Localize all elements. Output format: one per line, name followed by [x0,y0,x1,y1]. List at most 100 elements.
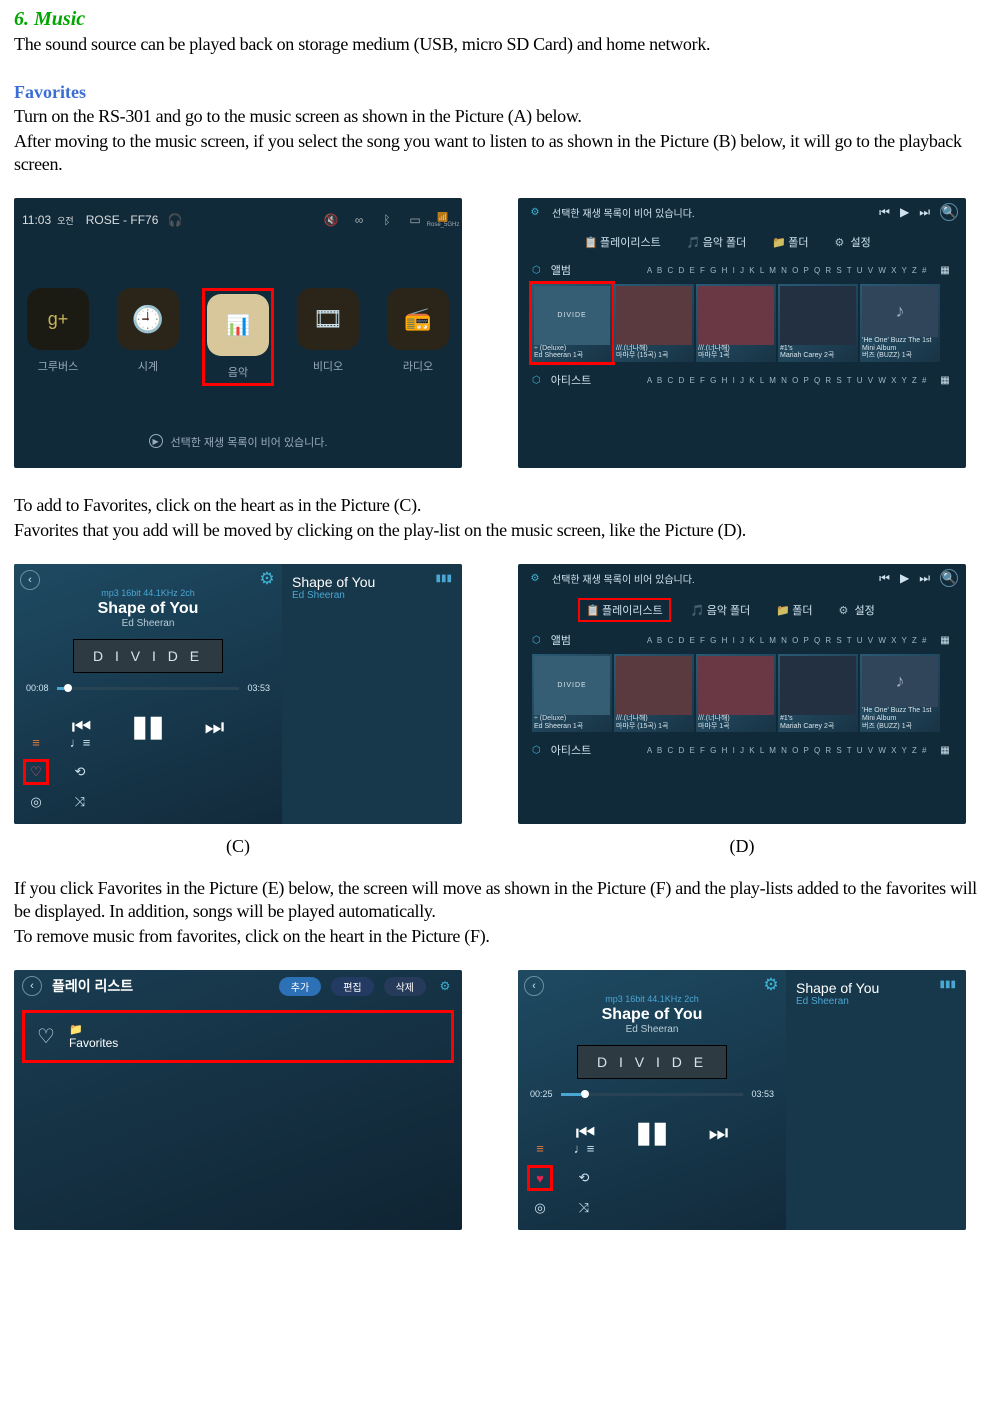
next-button[interactable]: ⏭ [709,1120,729,1146]
playlist-icon: 📋 [584,236,596,249]
album-item[interactable]: ♪'He One' Buzz The 1st Mini Album버즈 (BUZ… [860,654,940,732]
album-item[interactable]: ///.(너나해)마마무 (15곡) 1곡 [614,654,694,732]
album-item[interactable]: ♪'He One' Buzz The 1st Mini Album버즈 (BUZ… [860,284,940,362]
search-icon[interactable]: 🔍 [940,569,958,587]
home-tiles: g+그루버스 🕘시계 📊음악 🎞비디오 📻라디오 [14,288,462,386]
tab-settings[interactable]: ⚙설정 [833,598,881,622]
tab-playlist[interactable]: 📋플레이리스트 [578,232,667,252]
artist-section-header: ⬡ 아티스트 A B C D E F G H I J K L M N O P Q… [518,738,966,762]
favorites-row-highlighted[interactable]: ♡ 📁 Favorites [22,1010,454,1063]
repeat-icon[interactable]: ⟲ [70,762,90,782]
tile-video[interactable]: 🎞비디오 [292,288,364,386]
alpha-index[interactable]: A B C D E F G H I J K L M N O P Q R S T … [581,266,928,275]
settings-icon[interactable]: ⚙ [436,977,454,995]
album-item[interactable]: ///.(너나해)마마무 1곡 [696,654,776,732]
next-icon[interactable]: ⏭ [919,571,930,586]
progress-bar[interactable] [561,1093,744,1096]
target-icon[interactable]: ◎ [26,792,46,812]
prev-icon[interactable]: ⏮ [879,205,890,220]
time-total: 03:53 [247,683,270,693]
gear-icon: ⚙ [835,236,847,249]
settings-icon[interactable]: ⚙ [526,569,544,587]
cast-icon: ▭ [404,212,426,228]
alpha-index[interactable]: A B C D E F G H I J K L M N O P Q R S T … [581,636,928,645]
menu-icon[interactable]: ≡ [530,1138,550,1158]
grid-icon[interactable]: ▦ [938,743,952,757]
delete-button[interactable]: 삭제 [384,977,426,996]
play-icon[interactable]: ▶ [149,434,163,448]
album-item[interactable]: ///.(너나해)마마무 1곡 [696,284,776,362]
tile-groovers[interactable]: g+그루버스 [22,288,94,386]
empty-playlist-msg: 선택한 재생 목록이 비어 있습니다. [552,205,871,220]
repeat-icon[interactable]: ⟲ [574,1168,594,1188]
reel-icon: 🎞 [313,305,343,334]
play-icon[interactable]: ▶ [900,205,909,219]
grid-icon[interactable]: ▦ [938,263,952,277]
add-button[interactable]: 추가 [279,977,321,996]
eq-bars-icon: ▮▮▮ [435,573,452,584]
shuffle-icon[interactable]: ⤨ [574,1198,594,1218]
wifi-icon: 📶Rose_5GHz [432,212,454,228]
album-item[interactable]: #1'sMariah Carey 2곡 [778,284,858,362]
folder-icon: 📁 [772,236,784,249]
intro-text: The sound source can be played back on s… [14,33,984,56]
back-button[interactable]: ‹ [22,976,42,996]
para-2a: To add to Favorites, click on the heart … [14,494,984,517]
pause-button[interactable]: ▮▮ [131,709,164,744]
figure-f: ‹ ⚙ mp3 16bit 44.1KHz 2ch Shape of You E… [518,970,966,1230]
target-icon[interactable]: ◎ [530,1198,550,1218]
edit-button[interactable]: 편집 [331,977,373,996]
queue-icon[interactable]: ♩≡ [574,1138,594,1158]
playback-sidebar: Shape of You▮▮▮ Ed Sheeran [786,970,966,1230]
album-item-selected[interactable]: DIVIDE÷ (Deluxe)Ed Sheeran 1곡 [532,284,612,362]
tab-folder[interactable]: 📁폴더 [766,232,814,252]
format-text: mp3 16bit 44.1KHz 2ch [518,994,786,1004]
tab-playlist-highlighted[interactable]: 📋플레이리스트 [578,598,671,622]
tab-settings[interactable]: ⚙설정 [829,232,877,252]
song-title: Shape of You [518,1006,786,1024]
settings-icon[interactable]: ⚙ [762,976,780,994]
figure-row-ab: 11:03 오전 ROSE - FF76 🎧 🔇 ∞ ᛒ ▭ 📶Rose_5GH… [14,198,984,468]
grid-icon[interactable]: ▦ [938,633,952,647]
album-row: DIVIDE÷ (Deluxe)Ed Sheeran 1곡 ///.(너나해)마… [518,282,966,368]
play-icon[interactable]: ▶ [900,571,909,585]
device-name: ROSE - FF76 [86,213,159,227]
album-item[interactable]: DIVIDE÷ (Deluxe)Ed Sheeran 1곡 [532,654,612,732]
heart-icon[interactable]: ♡ [26,762,46,782]
album-item[interactable]: ///.(너나해)마마무 (15곡) 1곡 [614,284,694,362]
album-item[interactable]: #1'sMariah Carey 2곡 [778,654,858,732]
pause-button[interactable]: ▮▮ [635,1115,668,1150]
queue-icon[interactable]: ♩≡ [70,732,90,752]
playback-sidebar: Shape of You▮▮▮ Ed Sheeran [282,564,462,824]
music-tabs: 📋플레이리스트 🎵음악 폴더 📁폴더 ⚙설정 [518,226,966,258]
settings-icon[interactable]: ⚙ [258,570,276,588]
tile-clock[interactable]: 🕘시계 [112,288,184,386]
album-section-header: ⬡ 앨범 A B C D E F G H I J K L M N O P Q R… [518,258,966,282]
heart-icon-filled[interactable]: ♥ [530,1168,550,1188]
alpha-index[interactable]: A B C D E F G H I J K L M N O P Q R S T … [601,376,928,385]
tab-folder[interactable]: 📁폴더 [770,598,818,622]
artist-section-header: ⬡ 아티스트 A B C D E F G H I J K L M N O P Q… [518,368,966,392]
tab-music-folder[interactable]: 🎵음악 폴더 [685,598,757,622]
shuffle-icon[interactable]: ⤨ [70,792,90,812]
search-icon[interactable]: 🔍 [940,203,958,221]
side-artist: Ed Sheeran [282,590,462,601]
left-icon-column: ≡ ♥ ◎ [530,1138,550,1218]
format-text: mp3 16bit 44.1KHz 2ch [14,588,282,598]
tile-music-selected[interactable]: 📊음악 [202,288,274,386]
grid-icon[interactable]: ▦ [938,373,952,387]
progress-bar[interactable] [57,687,240,690]
alpha-index[interactable]: A B C D E F G H I J K L M N O P Q R S T … [601,746,928,755]
menu-icon[interactable]: ≡ [26,732,46,752]
figure-a: 11:03 오전 ROSE - FF76 🎧 🔇 ∞ ᛒ ▭ 📶Rose_5GH… [14,198,462,468]
tile-radio[interactable]: 📻라디오 [382,288,454,386]
tab-music-folder[interactable]: 🎵음악 폴더 [681,232,753,252]
settings-icon[interactable]: ⚙ [526,203,544,221]
next-button[interactable]: ⏭ [205,714,225,740]
back-button[interactable]: ‹ [20,570,40,590]
prev-icon[interactable]: ⏮ [879,571,890,586]
album-row: DIVIDE÷ (Deluxe)Ed Sheeran 1곡 ///.(너나해)마… [518,652,966,738]
next-icon[interactable]: ⏭ [919,205,930,220]
folder-icon: 📁 [776,604,788,617]
back-button[interactable]: ‹ [524,976,544,996]
